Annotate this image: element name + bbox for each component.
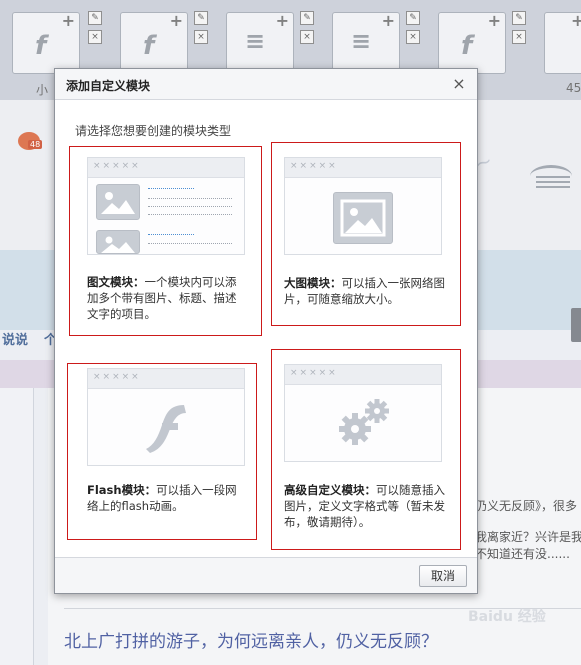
module-name: Flash模块： xyxy=(87,483,157,497)
placeholder-link xyxy=(148,234,194,240)
image-icon xyxy=(96,184,140,220)
module-preview: ××××× xyxy=(87,157,245,255)
image-icon xyxy=(333,192,393,244)
flash-icon xyxy=(140,399,196,455)
module-name: 高级自定义模块： xyxy=(284,483,376,497)
module-card-image-text[interactable]: ××××× 图文模块：一个模块内可以添加多个带有图片、标题、描述文字的项目。 xyxy=(69,146,262,336)
module-card-advanced-custom[interactable]: ××××× 高级自定义模块：可以随意插入图片，定义文字格式等（暂未发布，敬请期待… xyxy=(271,349,461,550)
module-preview: ××××× xyxy=(284,364,442,462)
module-description: 大图模块：可以插入一张网络图片，可随意缩放大小。 xyxy=(284,275,450,307)
image-icon xyxy=(96,230,140,254)
dialog-prompt: 请选择您想要创建的模块类型 xyxy=(75,124,232,138)
module-description: Flash模块：可以插入一段网络上的flash动画。 xyxy=(87,482,247,514)
module-description: 图文模块：一个模块内可以添加多个带有图片、标题、描述文字的项目。 xyxy=(87,274,247,322)
cancel-button[interactable]: 取消 xyxy=(419,565,467,587)
module-name: 大图模块： xyxy=(284,276,342,290)
close-icon[interactable]: × xyxy=(451,74,467,93)
module-preview: ××××× xyxy=(87,368,245,466)
preview-stars: ××××× xyxy=(290,368,338,378)
preview-stars: ××××× xyxy=(93,372,141,382)
dialog-footer: 取消 xyxy=(55,557,477,593)
placeholder-link xyxy=(148,188,194,194)
module-preview: ××××× xyxy=(284,157,442,255)
dialog-title: 添加自定义模块 xyxy=(66,79,151,93)
module-card-flash[interactable]: ××××× Flash模块：可以插入一段网络上的flash动画。 xyxy=(67,363,257,540)
gear-icon xyxy=(335,395,395,449)
preview-stars: ××××× xyxy=(93,161,141,171)
module-name: 图文模块： xyxy=(87,275,145,289)
module-card-large-image[interactable]: ××××× 大图模块：可以插入一张网络图片，可随意缩放大小。 xyxy=(271,142,461,326)
add-custom-module-dialog: 添加自定义模块 × 请选择您想要创建的模块类型 ××××× 图文模块：一个模块内… xyxy=(54,68,478,594)
preview-stars: ××××× xyxy=(290,161,338,171)
dialog-header: 添加自定义模块 × xyxy=(55,69,477,100)
module-description: 高级自定义模块：可以随意插入图片，定义文字格式等（暂未发布，敬请期待）。 xyxy=(284,482,452,530)
